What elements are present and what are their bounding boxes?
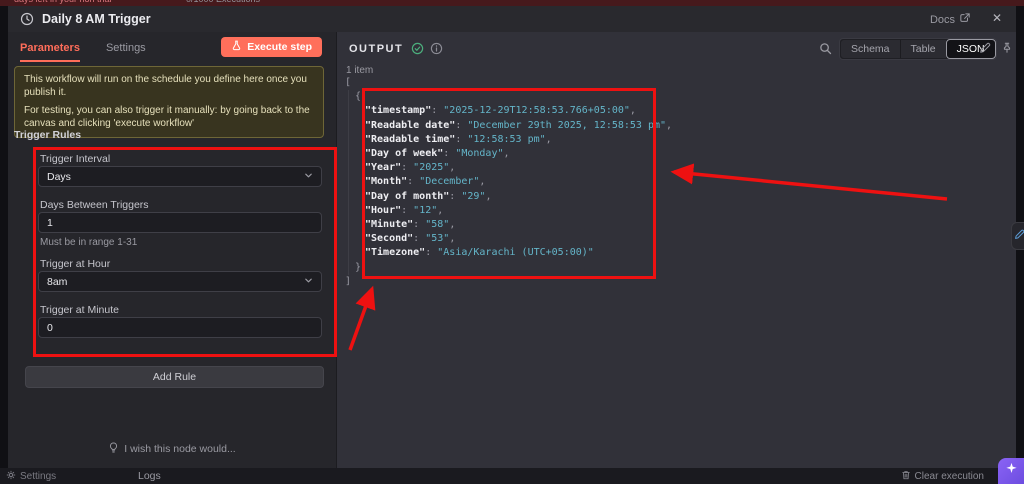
days-between-input[interactable] (38, 212, 322, 233)
trigger-interval-value: Days (47, 170, 71, 183)
json-output-view: [ { "timestamp": "2025-12-29T12:58:53.76… (345, 76, 985, 289)
app-window: days left in your n8n trial 0/1000 Execu… (0, 0, 1024, 484)
parameters-panel: Parameters Settings Execute step This wo… (8, 32, 336, 468)
trigger-hour-value: 8am (47, 275, 68, 288)
json-line: "Month": "December", (365, 176, 486, 188)
clear-execution-button[interactable]: Clear execution (901, 470, 984, 483)
json-entries: "timestamp": "2025-12-29T12:58:53.766+05… (355, 104, 985, 260)
trial-message: days left in your n8n trial (14, 0, 112, 4)
json-line: "Hour": "12", (365, 204, 444, 216)
json-object-close: } (355, 261, 362, 273)
trigger-hour-select[interactable]: 8am (38, 271, 322, 292)
wish-node-text: I wish this node would... (124, 443, 236, 455)
json-array-open: [ (345, 77, 352, 88)
view-schema-button[interactable]: Schema (841, 40, 901, 58)
days-between-label: Days Between Triggers (40, 199, 149, 211)
trigger-rules-label: Trigger Rules (14, 129, 82, 141)
output-title: OUTPUT (349, 43, 404, 55)
pin-icon[interactable] (1001, 41, 1013, 59)
json-line: "Second": "53", (365, 233, 456, 245)
check-circle-icon (411, 42, 424, 60)
panel-tabs: Parameters Settings (20, 42, 146, 62)
node-modal-header: Daily 8 AM Trigger Docs ✕ (8, 6, 1016, 33)
close-icon: ✕ (991, 11, 1002, 25)
trigger-interval-label: Trigger Interval (40, 153, 111, 165)
add-rule-button[interactable]: Add Rule (25, 366, 324, 388)
schedule-notice: This workflow will run on the schedule y… (14, 66, 324, 138)
days-range-help: Must be in range 1-31 (40, 237, 138, 248)
executions-count: 0/1000 Executions (186, 0, 260, 4)
json-array-close: ] (345, 275, 352, 287)
gear-icon (6, 470, 16, 483)
json-body: { "timestamp": "2025-12-29T12:58:53.766+… (348, 90, 985, 275)
info-icon[interactable] (430, 42, 443, 60)
json-line: "Readable date": "December 29th 2025, 12… (365, 119, 673, 131)
trigger-minute-input[interactable] (38, 317, 322, 338)
docs-link[interactable]: Docs (930, 13, 970, 26)
flask-icon (231, 40, 242, 54)
ai-assistant-button[interactable] (998, 458, 1024, 484)
add-rule-label: Add Rule (152, 371, 197, 383)
notice-line-1: This workflow will run on the schedule y… (24, 74, 307, 98)
json-line: "Year": "2025", (365, 162, 456, 174)
json-line: "Timezone": "Asia/Karachi (UTC+05:00)" (365, 247, 594, 259)
execute-step-button[interactable]: Execute step (221, 37, 322, 57)
json-line: "Readable time": "12:58:53 pm", (365, 133, 552, 145)
canvas-settings-button[interactable]: Settings (6, 470, 56, 483)
edge-edit-tab[interactable] (1011, 222, 1024, 250)
trigger-minute-label: Trigger at Minute (40, 304, 119, 316)
clear-execution-label: Clear execution (914, 471, 984, 482)
output-panel: OUTPUT Schema Table JSON 1 item [ { "tim… (336, 32, 1016, 468)
logs-toggle[interactable]: Logs (138, 470, 161, 482)
tab-parameters[interactable]: Parameters (20, 42, 80, 62)
docs-label: Docs (929, 13, 955, 26)
pencil-icon[interactable] (979, 41, 991, 59)
view-table-button[interactable]: Table (900, 40, 947, 58)
chevron-down-icon (304, 171, 313, 183)
edit-pencil-icon (1014, 227, 1024, 245)
json-line: "Day of month": "29", (365, 190, 492, 202)
item-count: 1 item (346, 65, 374, 76)
sparkle-icon (1005, 462, 1018, 480)
trigger-hour-label: Trigger at Hour (40, 258, 111, 270)
node-title: Daily 8 AM Trigger (42, 12, 151, 26)
execute-step-label: Execute step (247, 41, 312, 53)
json-line: "Day of week": "Monday", (365, 148, 510, 160)
close-button[interactable]: ✕ (992, 11, 1002, 25)
canvas-settings-label: Settings (20, 471, 57, 482)
chevron-down-icon (304, 276, 313, 288)
trash-icon (901, 470, 911, 483)
search-icon[interactable] (819, 42, 832, 60)
wish-node-link[interactable]: I wish this node would... (8, 442, 336, 456)
bottom-bar: Settings Logs Clear execution (0, 468, 1024, 484)
tab-settings[interactable]: Settings (106, 42, 146, 62)
external-link-icon (960, 13, 970, 26)
json-object-open: { (355, 91, 362, 103)
output-view-switch: Schema Table JSON (839, 38, 997, 60)
json-line: "timestamp": "2025-12-29T12:58:53.766+05… (365, 105, 636, 117)
json-line: "Minute": "58", (365, 219, 456, 231)
notice-line-2: For testing, you can also trigger it man… (24, 105, 310, 129)
trigger-interval-select[interactable]: Days (38, 166, 322, 187)
clock-icon (20, 12, 34, 31)
bulb-icon (108, 442, 119, 456)
